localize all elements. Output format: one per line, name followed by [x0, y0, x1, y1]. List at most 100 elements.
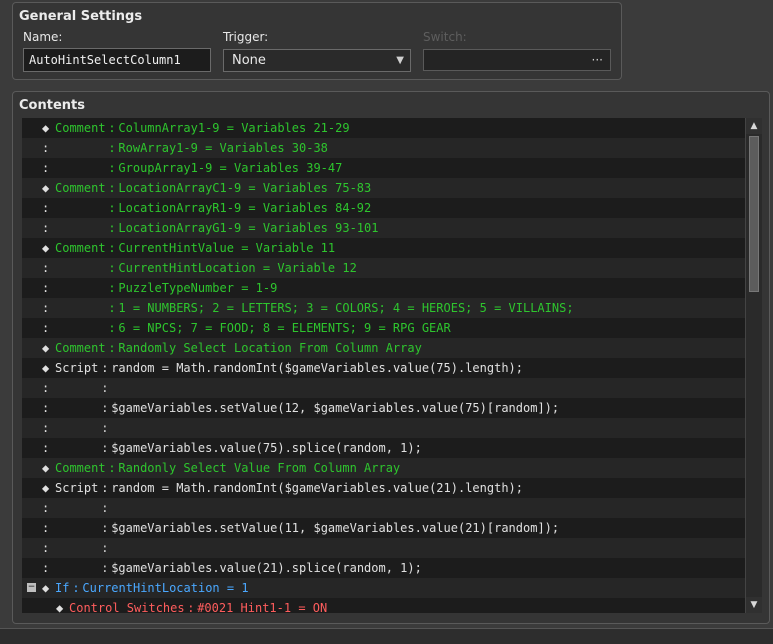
separator-colon: : [108, 341, 116, 355]
separator-colon: : [101, 381, 109, 395]
separator-colon: : [187, 601, 195, 613]
trigger-select[interactable]: None ▼ [223, 49, 411, 72]
continuation-marker: : [42, 501, 50, 515]
command-name: Script [55, 481, 99, 495]
command-diamond-icon: ◆ [42, 581, 50, 595]
command-name: Comment [55, 341, 106, 355]
command-row[interactable]: ::6 = NPCS; 7 = FOOD; 8 = ELEMENTS; 9 = … [22, 318, 745, 338]
command-name: Comment [55, 241, 106, 255]
command-row[interactable]: :: CurrentHintLocation = Variable 12 [22, 258, 745, 278]
command-diamond-icon: ◆ [42, 241, 50, 255]
command-row[interactable]: ::1 = NUMBERS; 2 = LETTERS; 3 = COLORS; … [22, 298, 745, 318]
scroll-down-icon[interactable]: ▼ [746, 597, 762, 613]
command-text: $gameVariables.setValue(12, $gameVariabl… [111, 401, 560, 415]
continuation-marker: : [42, 321, 50, 335]
command-row[interactable]: ◆ Comment: ColumnArray1-9 = Variables 21-2… [22, 118, 745, 138]
separator-colon: : [108, 181, 116, 195]
command-text: CurrentHintLocation = Variable 12 [118, 261, 357, 275]
separator-colon: : [108, 221, 116, 235]
command-name: Comment [55, 121, 106, 135]
chevron-down-icon: ▼ [396, 55, 404, 66]
command-text: 6 = NPCS; 7 = FOOD; 8 = ELEMENTS; 9 = RP… [118, 321, 451, 335]
command-name: Comment [55, 181, 106, 195]
separator-colon: : [108, 301, 116, 315]
command-text: RowArray1-9 = Variables 30-38 [118, 141, 328, 155]
command-row[interactable]: ◆ Comment: Randonly Select Value From Colu… [22, 458, 745, 478]
continuation-marker: : [42, 161, 50, 175]
name-field[interactable]: AutoHintSelectColumn1 [23, 48, 211, 72]
separator-colon: : [108, 281, 116, 295]
continuation-marker: : [42, 521, 50, 535]
command-text: PuzzleTypeNumber = 1-9 [118, 281, 278, 295]
command-row[interactable]: :: PuzzleTypeNumber = 1-9 [22, 278, 745, 298]
general-settings-title: General Settings [19, 9, 143, 24]
command-row[interactable]: :: [22, 498, 745, 518]
command-row[interactable]: :: [22, 378, 745, 398]
command-row[interactable]: ◆ Script: random = Math.randomInt($gameVar… [22, 478, 745, 498]
command-text: CurrentHintLocation = 1 [82, 581, 249, 595]
command-text: $gameVariables.value(21).splice(random, … [111, 561, 422, 575]
separator-colon: : [108, 261, 116, 275]
event-command-list[interactable]: ◆ Comment: ColumnArray1-9 = Variables 21-2… [22, 118, 745, 613]
continuation-marker: : [42, 561, 50, 575]
command-text: LocationArrayR1-9 = Variables 84-92 [118, 201, 372, 215]
separator-colon: : [101, 481, 109, 495]
command-text: LocationArrayG1-9 = Variables 93-101 [118, 221, 379, 235]
bottom-bar [0, 628, 773, 644]
separator-colon: : [108, 121, 116, 135]
command-row[interactable]: :: [22, 538, 745, 558]
command-text: Randonly Select Value From Column Array [118, 461, 401, 475]
continuation-marker: : [42, 281, 50, 295]
separator-colon: : [108, 241, 116, 255]
command-row[interactable]: :: $gameVariables.setValue(11, $gameVaria… [22, 518, 745, 538]
continuation-marker: : [42, 221, 50, 235]
command-row[interactable]: :: [22, 418, 745, 438]
command-text: GroupArray1-9 = Variables 39-47 [118, 161, 343, 175]
scroll-up-icon[interactable]: ▲ [746, 118, 762, 134]
switch-selector[interactable]: ··· [423, 49, 611, 71]
separator-colon: : [101, 501, 109, 515]
command-row[interactable]: :: $gameVariables.setValue(12, $gameVaria… [22, 398, 745, 418]
continuation-marker: : [42, 301, 50, 315]
command-row[interactable]: :: LocationArrayG1-9 = Variables 93-101 [22, 218, 745, 238]
command-text: random = Math.randomInt($gameVariables.v… [111, 481, 523, 495]
scroll-thumb[interactable] [749, 136, 759, 292]
trigger-label: Trigger: [223, 30, 269, 44]
command-diamond-icon: ◆ [42, 481, 50, 495]
separator-colon: : [108, 201, 116, 215]
command-row[interactable]: − ◆ If: CurrentHintLocation = 1 [22, 578, 745, 598]
switch-label: Switch: [423, 30, 467, 44]
command-diamond-icon: ◆ [42, 461, 50, 475]
ellipsis-icon: ··· [591, 53, 603, 67]
command-row[interactable]: ◆ Comment: LocationArrayC1-9 = Variables 7… [22, 178, 745, 198]
command-row[interactable]: ◆ Control Switches: #0021 Hint1-1 = ON [22, 598, 745, 613]
command-diamond-icon: ◆ [56, 601, 64, 613]
command-name: If [55, 581, 70, 595]
command-row[interactable]: :: GroupArray1-9 = Variables 39-47 [22, 158, 745, 178]
general-settings-panel: General Settings Name: AutoHintSelectCol… [12, 2, 622, 80]
command-row[interactable]: :: $gameVariables.value(21).splice(random… [22, 558, 745, 578]
vertical-scrollbar[interactable]: ▲ ▼ [745, 118, 762, 613]
continuation-marker: : [42, 261, 50, 275]
separator-colon: : [108, 461, 116, 475]
command-diamond-icon: ◆ [42, 341, 50, 355]
command-row[interactable]: :: RowArray1-9 = Variables 30-38 [22, 138, 745, 158]
command-text: #0021 Hint1-1 = ON [197, 601, 328, 613]
separator-colon: : [72, 581, 80, 595]
command-row[interactable]: :: LocationArrayR1-9 = Variables 84-92 [22, 198, 745, 218]
command-row[interactable]: ◆ Script: random = Math.randomInt($gameVar… [22, 358, 745, 378]
command-text: ColumnArray1-9 = Variables 21-29 [118, 121, 350, 135]
command-text: random = Math.randomInt($gameVariables.v… [111, 361, 523, 375]
command-diamond-icon: ◆ [42, 181, 50, 195]
separator-colon: : [101, 561, 109, 575]
command-text: CurrentHintValue = Variable 11 [118, 241, 336, 255]
command-row[interactable]: ◆ Comment: Randomly Select Location From C… [22, 338, 745, 358]
separator-colon: : [108, 321, 116, 335]
separator-colon: : [101, 541, 109, 555]
command-row[interactable]: :: $gameVariables.value(75).splice(random… [22, 438, 745, 458]
command-row[interactable]: ◆ Comment: CurrentHintValue = Variable 11 [22, 238, 745, 258]
command-text: $gameVariables.setValue(11, $gameVariabl… [111, 521, 560, 535]
command-name: Comment [55, 461, 106, 475]
name-label: Name: [23, 30, 63, 44]
collapse-icon[interactable]: − [27, 583, 36, 592]
